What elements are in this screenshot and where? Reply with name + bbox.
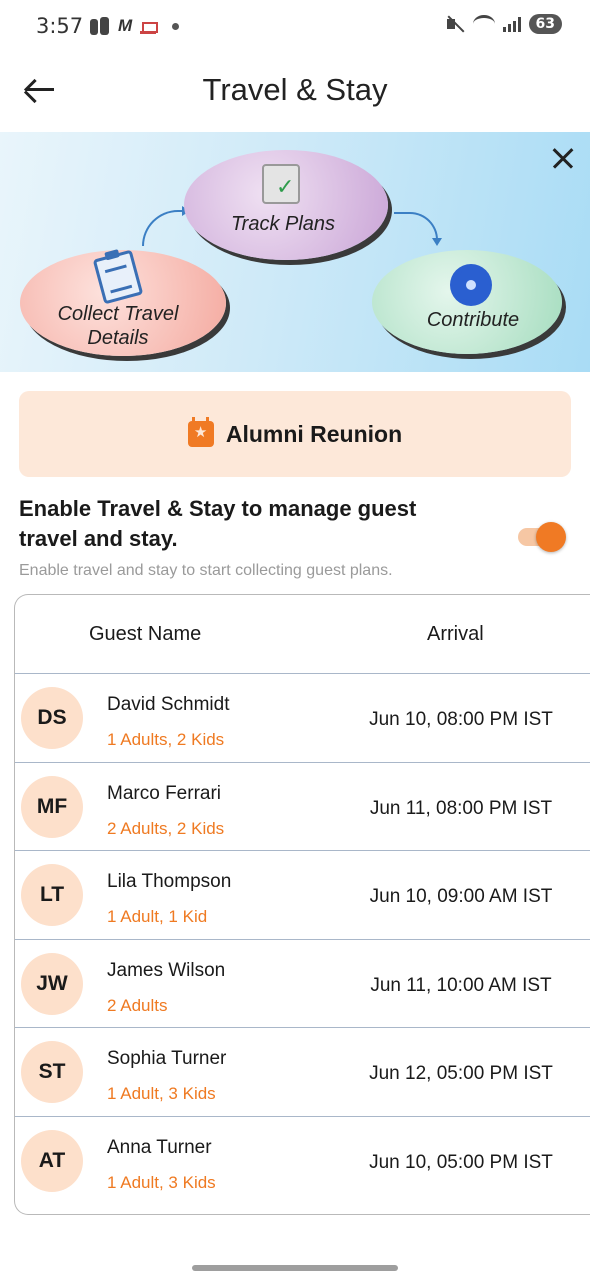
- avatar: MF: [21, 775, 83, 838]
- event-name: Alumni Reunion: [225, 420, 403, 447]
- table-row[interactable]: MF Marco Ferrari 2 Adults, 2 Kids Jun 11…: [15, 763, 590, 851]
- event-card: Alumni Reunion: [19, 391, 571, 477]
- m-app-icon: M: [118, 16, 133, 35]
- table-row[interactable]: AT Anna Turner 1 Adult, 3 Kids Jun 10, 0…: [15, 1117, 590, 1206]
- avatar: LT: [21, 864, 83, 926]
- system-icons: 63: [445, 14, 562, 34]
- calendar-icon: [187, 417, 214, 447]
- guest-name: David Schmidt: [107, 694, 230, 715]
- notification-icons: M: [90, 16, 180, 36]
- flow-arrow-icon: [142, 206, 190, 246]
- table-row[interactable]: LT Lila Thompson 1 Adult, 1 Kid Jun 10, …: [15, 851, 590, 940]
- status-bar: 3:57 M 63: [0, 0, 590, 56]
- flow-arrow-icon: [394, 212, 442, 246]
- toggle-title: Enable Travel & Stay to manage guest tra…: [19, 496, 417, 551]
- scroll-check-icon: [262, 164, 300, 204]
- mute-icon: [445, 14, 465, 34]
- avatar: JW: [21, 952, 83, 1015]
- guest-arrival: Jun 11, 08:00 PM IST: [369, 797, 553, 819]
- battery-indicator: 63: [528, 14, 562, 34]
- guest-name: Marco Ferrari: [107, 782, 222, 804]
- step-track-label: Track Plans: [230, 213, 336, 235]
- close-banner-button[interactable]: [548, 144, 578, 174]
- toggle-subtitle: Enable travel and stay to start collecti…: [19, 562, 393, 579]
- step-collect-label: Collect Travel Details: [57, 303, 179, 349]
- table-header: Guest Name Arrival: [15, 595, 590, 674]
- guest-name: Anna Turner: [107, 1136, 212, 1158]
- guest-arrival: Jun 11, 10:00 AM IST: [370, 974, 552, 996]
- column-header-arrival: Arrival: [427, 623, 484, 645]
- signal-icon: [502, 16, 521, 32]
- page-title: Travel & Stay: [202, 72, 388, 107]
- table-row[interactable]: DS David Schmidt 1 Adults, 2 Kids Jun 10…: [15, 674, 590, 763]
- how-it-works-banner: Collect Travel Details Track Plans Contr…: [0, 132, 590, 372]
- step-contribute-label: Contribute: [426, 309, 520, 331]
- guest-arrival: Jun 10, 09:00 AM IST: [369, 886, 553, 907]
- guest-arrival: Jun 10, 08:00 PM IST: [369, 709, 553, 730]
- status-time: 3:57: [36, 14, 84, 38]
- guest-party-size: 1 Adult, 3 Kids: [107, 1084, 216, 1103]
- guest-party-size: 1 Adult, 1 Kid: [107, 907, 208, 926]
- table-row[interactable]: JW James Wilson 2 Adults Jun 11, 10:00 A…: [15, 940, 590, 1028]
- avatar: DS: [21, 687, 83, 749]
- avatar: ST: [21, 1041, 83, 1103]
- more-notifications-icon: [172, 22, 180, 30]
- travel-stay-toggle[interactable]: [518, 522, 566, 552]
- guest-arrival: Jun 12, 05:00 PM IST: [369, 1063, 553, 1084]
- guest-name: Lila Thompson: [107, 871, 232, 892]
- home-indicator[interactable]: [192, 1265, 398, 1271]
- guest-name: Sophia Turner: [107, 1048, 227, 1069]
- wifi-icon: [472, 15, 495, 33]
- avatar: AT: [21, 1129, 83, 1192]
- guest-name: James Wilson: [107, 959, 226, 981]
- building-icon: [140, 18, 159, 34]
- gear-icon: [450, 264, 492, 306]
- guest-party-size: 2 Adults, 2 Kids: [107, 818, 225, 838]
- toggle-thumb: [536, 522, 566, 552]
- guest-party-size: 2 Adults: [107, 995, 168, 1015]
- guest-arrival: Jun 10, 05:00 PM IST: [369, 1151, 553, 1173]
- column-header-guest-name: Guest Name: [89, 623, 202, 645]
- guest-party-size: 1 Adults, 2 Kids: [107, 730, 225, 749]
- guest-table: Guest Name Arrival DS David Schmidt 1 Ad…: [14, 594, 590, 1215]
- app-header: Travel & Stay: [0, 56, 590, 132]
- table-row[interactable]: ST Sophia Turner 1 Adult, 3 Kids Jun 12,…: [15, 1028, 590, 1117]
- guest-party-size: 1 Adult, 3 Kids: [107, 1172, 216, 1192]
- teams-icon: [90, 17, 110, 35]
